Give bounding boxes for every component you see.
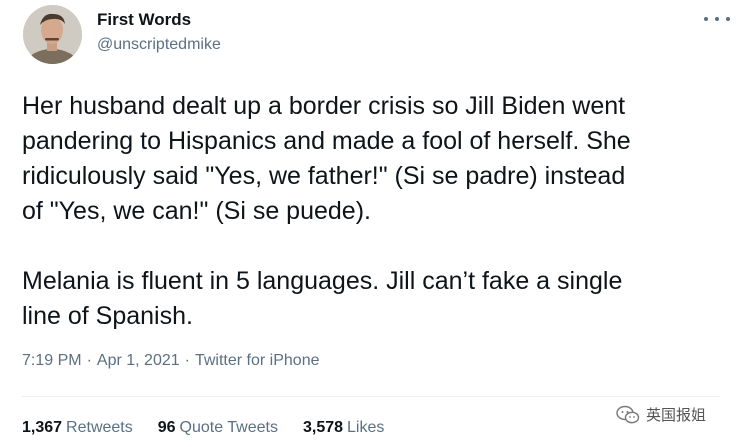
tweet-text-line: of "Yes, we can!" (Si se puede). — [22, 197, 371, 225]
meta-separator: · — [184, 352, 190, 369]
likes-count: 3,578 — [302, 419, 344, 436]
quote-tweets-count: 96 — [157, 419, 176, 436]
tweet-time[interactable]: 7:19 PM — [22, 352, 82, 370]
tweet-text-line: Melania is fluent in 5 languages. Jill c… — [22, 267, 623, 295]
divider — [22, 396, 720, 397]
author-handle[interactable]: @unscriptedmike — [97, 36, 221, 54]
tweet-text-line: line of Spanish. — [22, 302, 193, 330]
likes-label: Likes — [347, 419, 385, 436]
likes-stat[interactable]: 3,578 Likes — [303, 419, 384, 437]
retweets-count: 1,367 — [22, 419, 63, 436]
author-display-name[interactable]: First Words — [97, 10, 191, 30]
quote-tweets-label: Quote Tweets — [179, 419, 278, 436]
avatar[interactable] — [23, 5, 82, 64]
tweet-date[interactable]: Apr 1, 2021 — [97, 352, 180, 370]
tweet-text-line: pandering to Hispanics and made a fool o… — [22, 127, 631, 155]
retweets-label: Retweets — [66, 419, 133, 436]
tweet-stats: 1,367 Retweets 96 Quote Tweets 3,578 Likes — [22, 419, 409, 437]
tweet-text-line: ridiculously said "Yes, we father!" (Si … — [22, 162, 626, 190]
profile-photo-icon — [23, 5, 82, 64]
meta-separator: · — [86, 352, 92, 369]
tweet-source[interactable]: Twitter for iPhone — [195, 352, 320, 370]
tweet-text-line: Her husband dealt up a border crisis so … — [22, 92, 626, 120]
retweets-stat[interactable]: 1,367 Retweets — [22, 419, 133, 437]
watermark-text: 英国报姐 — [646, 407, 707, 424]
quote-tweets-stat[interactable]: 96 Quote Tweets — [158, 419, 278, 437]
watermark: 英国报姐 — [616, 404, 706, 425]
tweet-text: Her husband dealt up a border crisis so … — [22, 89, 722, 334]
wechat-icon — [616, 405, 640, 423]
more-options-icon[interactable] — [704, 12, 730, 26]
tweet-meta: 7:19 PM · Apr 1, 2021 · Twitter for iPho… — [22, 352, 319, 370]
tweet-card: First Words @unscriptedmike Her husband … — [0, 0, 740, 447]
